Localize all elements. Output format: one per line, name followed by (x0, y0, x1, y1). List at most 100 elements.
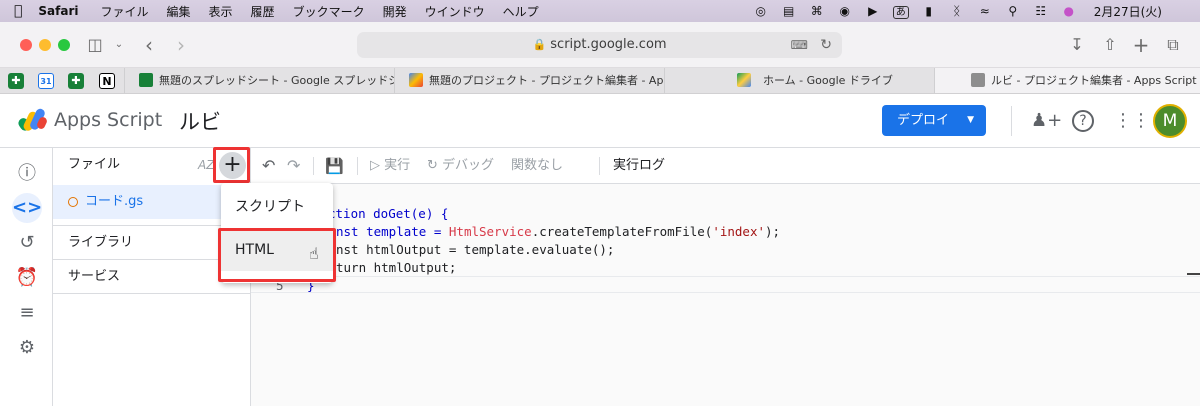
menu-view[interactable]: 表示 (209, 3, 233, 20)
run-label: 実行 (384, 158, 411, 173)
navigation-rail: ⓘ <> ↺ ⏰ ≡ ⚙ (0, 148, 53, 406)
function-select[interactable]: 関数なし (511, 148, 563, 184)
apps-script-header: Apps Script ルビ デプロイ ▼ ♟+ ? ⋮⋮⋮ M (0, 94, 1200, 148)
tab-drive[interactable]: ホーム - Google ドライブ (664, 68, 934, 93)
menu-bookmarks[interactable]: ブックマーク (293, 3, 365, 20)
avatar[interactable]: M (1153, 104, 1187, 138)
control-center-icon[interactable]: ☷ (1030, 4, 1052, 18)
services-label: サービス (68, 269, 121, 284)
record-icon[interactable]: ◉ (834, 4, 856, 18)
libraries-label: ライブラリ (68, 235, 134, 250)
code-text: ); (765, 224, 781, 239)
creative-cloud-icon[interactable]: ◎ (750, 4, 772, 18)
menu-window[interactable]: ウインドウ (425, 3, 485, 20)
tab-spreadsheet[interactable]: 無題のスプレッドシート - Google スプレッドシート (124, 68, 394, 93)
sidebar-toggle-icon[interactable]: ◫ (84, 34, 106, 56)
translate-icon[interactable]: ⌨ (791, 32, 808, 58)
deploy-label: デプロイ (897, 113, 950, 128)
header-divider (1011, 106, 1012, 136)
menu-app-name[interactable]: Safari (38, 4, 78, 18)
panel-divider (53, 293, 251, 294)
bluetooth-icon[interactable]: ᛝ (946, 4, 968, 18)
menu-file[interactable]: ファイル (101, 3, 149, 20)
tab-ruby-project[interactable]: ルビ - プロジェクト編集者 - Apps Script (934, 68, 1200, 93)
clipboard-icon[interactable]: ▤ (778, 4, 800, 18)
toolbar-divider (357, 157, 358, 175)
apps-script-logo-icon[interactable] (18, 107, 48, 133)
download-icon[interactable]: ↧ (1066, 34, 1088, 56)
save-icon[interactable]: 💾 (325, 148, 344, 184)
share-person-add-icon[interactable]: ♟+ (1031, 107, 1062, 135)
back-icon[interactable]: ‹ (138, 34, 160, 56)
command-icon[interactable]: ⌘ (806, 4, 828, 18)
sheets-favicon-2[interactable]: ✚ (68, 73, 84, 89)
sheets-favicon[interactable]: ✚ (8, 73, 24, 89)
new-tab-icon[interactable]: + (1130, 34, 1152, 56)
generic-site-icon (971, 73, 985, 87)
url-text: script.google.com (550, 37, 667, 52)
calendar-favicon[interactable]: 31 (38, 73, 54, 89)
minimize-window-button[interactable] (39, 39, 51, 51)
input-method-indicator[interactable]: あ (892, 5, 909, 19)
tab-overview-icon[interactable]: ⧉ (1162, 34, 1184, 56)
files-title: ファイル (68, 157, 121, 172)
deploy-button[interactable]: デプロイ ▼ (882, 105, 986, 136)
code-text: 'index' (712, 224, 765, 239)
play-icon[interactable]: ▶ (862, 4, 884, 18)
code-text: HtmlService (448, 224, 532, 239)
unsaved-dot-icon (68, 197, 78, 207)
settings-gear-icon[interactable]: ⚙ (12, 333, 42, 363)
execution-log-button[interactable]: 実行ログ (613, 148, 665, 184)
forward-icon[interactable]: › (170, 34, 192, 56)
apple-icon[interactable]:  (14, 3, 22, 19)
address-bar[interactable]: 🔒 script.google.com ⌨ ↻ (357, 32, 842, 58)
toolbar-divider (599, 157, 600, 175)
tab-bar: ✚ 31 ✚ N 無題のスプレッドシート - Google スプレッドシート 無… (0, 68, 1200, 94)
editor-toolbar: ↶ ↷ 💾 ▷ 実行 ↻ デバッグ 関数なし 実行ログ (251, 148, 1200, 184)
browser-toolbar: ◫ ⌄ ‹ › 🔒 script.google.com ⌨ ↻ ↧ ⇧ + ⧉ (0, 22, 1200, 68)
redo-icon[interactable]: ↷ (287, 148, 300, 184)
scrollbar-marker[interactable] (1187, 273, 1200, 275)
code-editor[interactable]: ction doGet(e) { nst template = HtmlServ… (251, 184, 1200, 406)
overview-info-icon[interactable]: ⓘ (12, 159, 42, 189)
battery-icon[interactable]: ▮ (918, 4, 940, 18)
notion-favicon[interactable]: N (99, 73, 115, 89)
sort-az-icon[interactable]: AZ (198, 148, 214, 182)
wifi-icon[interactable]: ≈ (974, 4, 996, 18)
caret-down-icon: ▼ (967, 115, 974, 125)
share-icon[interactable]: ⇧ (1099, 34, 1121, 56)
history-icon[interactable]: ↺ (12, 228, 42, 258)
tab-title: ルビ - プロジェクト編集者 - Apps Script (991, 74, 1197, 87)
code-text: ction doGet(e) { (328, 206, 449, 221)
code-text: nst htmlOutput = template.evaluate(); (336, 242, 615, 257)
run-button[interactable]: ▷ 実行 (370, 148, 410, 184)
menu-help[interactable]: ヘルプ (503, 3, 539, 20)
help-icon[interactable]: ? (1072, 110, 1094, 132)
code-line-4[interactable]: turn htmlOutput; (336, 260, 456, 275)
zoom-window-button[interactable] (58, 39, 70, 51)
code-line-1[interactable]: ction doGet(e) { (328, 206, 448, 221)
executions-list-icon[interactable]: ≡ (12, 298, 42, 328)
triggers-alarm-icon[interactable]: ⏰ (12, 263, 42, 293)
chevron-down-icon[interactable]: ⌄ (108, 34, 130, 56)
undo-icon[interactable]: ↶ (262, 148, 275, 184)
editor-code-icon[interactable]: <> (12, 193, 42, 223)
debug-label: デバッグ (442, 158, 495, 173)
spotlight-icon[interactable]: ⚲ (1002, 4, 1024, 18)
menu-develop[interactable]: 開発 (383, 3, 407, 20)
annotation-highlight-html (218, 228, 336, 282)
tab-untitled-project[interactable]: 無題のプロジェクト - プロジェクト編集者 - Apps... (394, 68, 664, 93)
siri-icon[interactable]: ● (1058, 4, 1080, 18)
menu-clock[interactable]: 2月27日(火) (1094, 3, 1162, 20)
project-name[interactable]: ルビ (179, 106, 221, 136)
apps-grid-icon[interactable]: ⋮⋮⋮ (1114, 107, 1168, 135)
reload-icon[interactable]: ↻ (820, 32, 832, 58)
close-window-button[interactable] (20, 39, 32, 51)
code-line-3[interactable]: nst htmlOutput = template.evaluate(); (336, 242, 614, 257)
menu-item-script[interactable]: スクリプト (221, 186, 333, 228)
debug-button[interactable]: ↻ デバッグ (427, 148, 494, 184)
apps-script-icon (409, 73, 423, 87)
menu-edit[interactable]: 編集 (167, 3, 191, 20)
menu-history[interactable]: 履歴 (251, 3, 275, 20)
code-line-2[interactable]: nst template = HtmlService.createTemplat… (336, 224, 780, 239)
